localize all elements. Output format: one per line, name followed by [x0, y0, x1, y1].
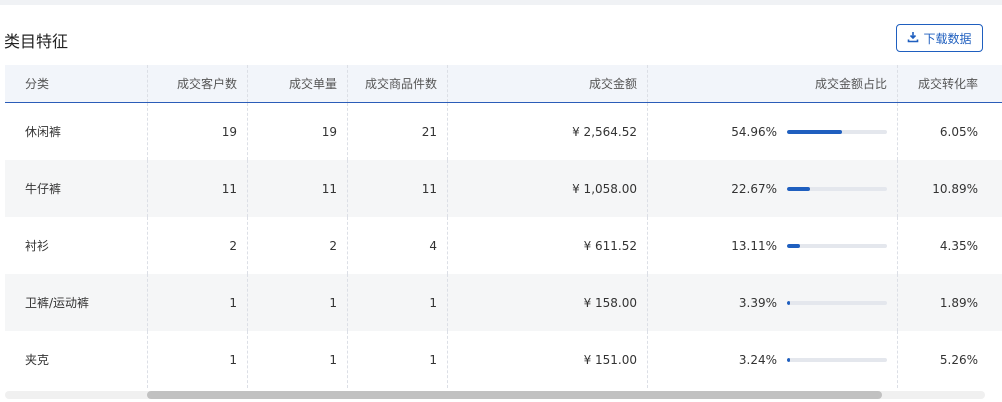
- cell-customers: 19: [148, 103, 248, 160]
- section-title: 类目特征: [4, 32, 69, 51]
- header-customers[interactable]: 成交客户数: [148, 65, 248, 102]
- share-bar-group: 3.24%: [658, 353, 887, 367]
- share-bar-track: [787, 243, 887, 248]
- share-bar-group: 54.96%: [658, 125, 887, 139]
- table-row: 牛仔裤 11 11 11 ¥ 1,058.00 22.67% 10.89%: [5, 160, 1002, 217]
- cell-conversion: 10.89%: [932, 181, 978, 196]
- share-bar-track: [787, 300, 887, 305]
- cell-share: 3.24%: [648, 331, 898, 388]
- cell-category: 衬衫: [5, 217, 148, 274]
- share-bar-fill: [787, 357, 791, 362]
- share-bar-group: 3.39%: [658, 296, 887, 310]
- cell-amount: ¥ 151.00: [448, 331, 648, 388]
- share-percent: 13.11%: [731, 238, 777, 253]
- cell-amount: ¥ 2,564.52: [448, 103, 648, 160]
- cell-conversion: 6.05%: [939, 124, 978, 139]
- header-share[interactable]: 成交金额占比: [648, 65, 898, 102]
- share-bar-group: 22.67%: [658, 182, 887, 196]
- table-row: 夹克 1 1 1 ¥ 151.00 3.24% 5.26%: [5, 331, 1002, 388]
- table-row: 衬衫 2 2 4 ¥ 611.52 13.11% 4.35%: [5, 217, 1002, 274]
- share-percent: 3.24%: [738, 352, 777, 367]
- share-bar-track: [787, 186, 887, 191]
- cell-customers: 1: [148, 331, 248, 388]
- download-label: 下载数据: [923, 31, 972, 46]
- share-percent: 22.67%: [731, 181, 777, 196]
- header-conversion[interactable]: 成交转化率: [898, 65, 988, 102]
- cell-orders: 1: [248, 274, 348, 331]
- share-percent: 54.96%: [731, 124, 777, 139]
- cell-items: 21: [348, 103, 448, 160]
- share-bar-fill: [787, 186, 810, 191]
- cell-category: 卫裤/运动裤: [5, 274, 148, 331]
- cell-items: 11: [348, 160, 448, 217]
- header-orders[interactable]: 成交单量: [248, 65, 348, 102]
- cell-items: 1: [348, 331, 448, 388]
- share-percent: 3.39%: [738, 295, 777, 310]
- cell-category: 休闲裤: [5, 103, 148, 160]
- cell-customers: 2: [148, 217, 248, 274]
- header-category[interactable]: 分类: [5, 65, 148, 102]
- table-header: 分类 成交客户数 成交单量 成交商品件数 成交金额 成交金额占比 成交转化率: [5, 65, 1002, 103]
- cell-amount: ¥ 1,058.00: [448, 160, 648, 217]
- horizontal-scrollbar[interactable]: [5, 391, 985, 399]
- share-bar-group: 13.11%: [658, 239, 887, 253]
- cell-items: 1: [348, 274, 448, 331]
- cell-category: 牛仔裤: [5, 160, 148, 217]
- header-items[interactable]: 成交商品件数: [348, 65, 448, 102]
- cell-orders: 19: [248, 103, 348, 160]
- cell-amount: ¥ 158.00: [448, 274, 648, 331]
- share-bar-track: [787, 129, 887, 134]
- cell-amount: ¥ 611.52: [448, 217, 648, 274]
- scrollbar-thumb[interactable]: [147, 391, 882, 399]
- table-row: 卫裤/运动裤 1 1 1 ¥ 158.00 3.39% 1.89%: [5, 274, 1002, 331]
- cell-customers: 1: [148, 274, 248, 331]
- cell-conversion: 5.26%: [939, 352, 978, 367]
- cell-orders: 1: [248, 331, 348, 388]
- cell-share: 3.39%: [648, 274, 898, 331]
- cell-orders: 2: [248, 217, 348, 274]
- share-bar-fill: [787, 129, 842, 134]
- table-row: 休闲裤 19 19 21 ¥ 2,564.52 54.96% 6.05%: [5, 103, 1002, 160]
- cell-conversion: 4.35%: [939, 238, 978, 253]
- header-amount[interactable]: 成交金额: [448, 65, 648, 102]
- cell-customers: 11: [148, 160, 248, 217]
- top-strip: [0, 0, 1002, 5]
- cell-orders: 11: [248, 160, 348, 217]
- cell-share: 22.67%: [648, 160, 898, 217]
- share-bar-fill: [787, 300, 791, 305]
- cell-items: 4: [348, 217, 448, 274]
- cell-category: 夹克: [5, 331, 148, 388]
- download-icon: [907, 31, 919, 46]
- cell-conversion: 1.89%: [939, 295, 978, 310]
- cell-share: 54.96%: [648, 103, 898, 160]
- category-table: 分类 成交客户数 成交单量 成交商品件数 成交金额 成交金额占比 成交转化率 休…: [5, 65, 1002, 388]
- download-data-button[interactable]: 下载数据: [896, 24, 983, 52]
- share-bar-fill: [787, 243, 801, 248]
- cell-share: 13.11%: [648, 217, 898, 274]
- share-bar-track: [787, 357, 887, 362]
